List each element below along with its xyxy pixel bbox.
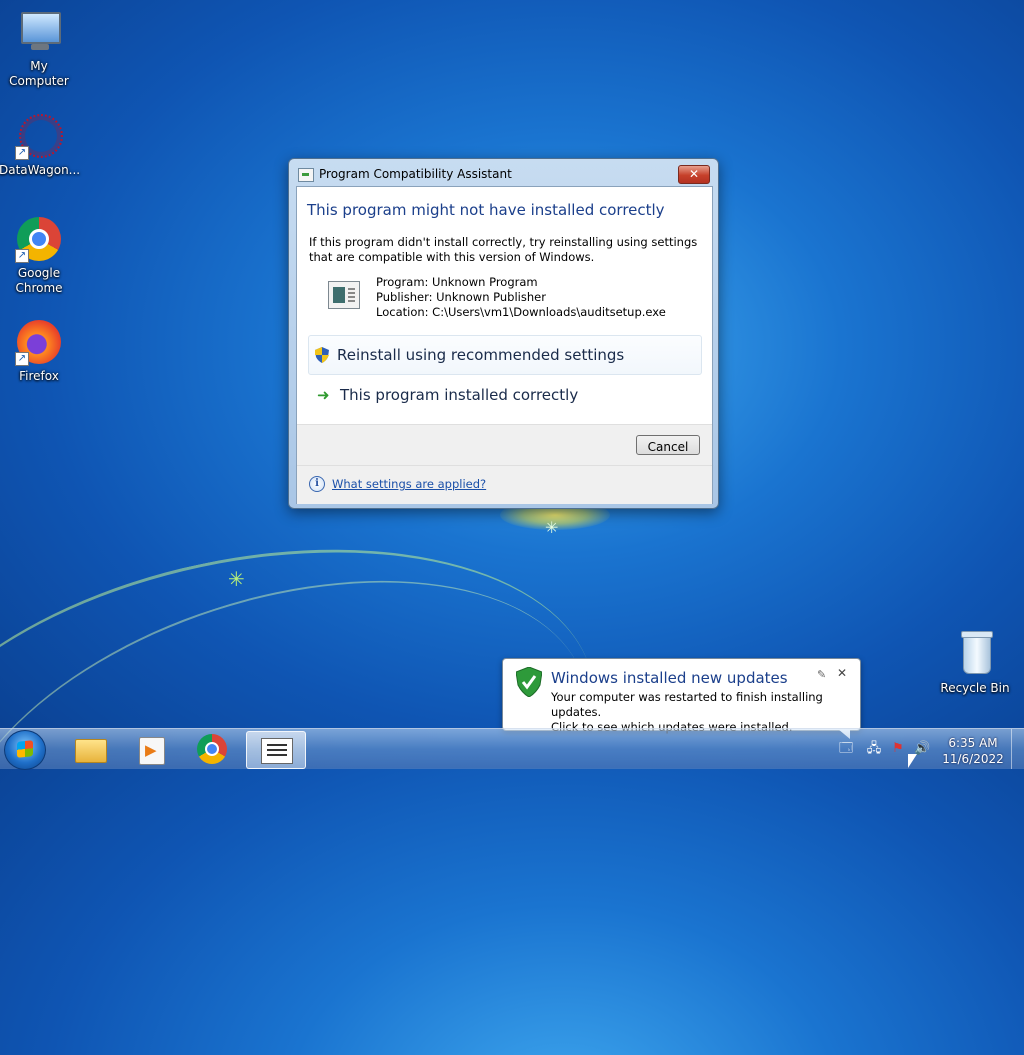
taskbar-compatibility-assistant[interactable] <box>246 731 306 769</box>
clock[interactable]: 6:35 AM 11/6/2022 <box>930 735 1016 767</box>
chrome-icon: ↗ <box>15 215 63 263</box>
desktop-icon-label: Google Chrome <box>15 266 63 295</box>
installed-correctly-button[interactable]: ➜ This program installed correctly <box>308 376 700 414</box>
dialog-titlebar[interactable]: Program Compatibility Assistant ✕ <box>289 159 718 185</box>
close-button[interactable]: ✕ <box>678 165 710 184</box>
desktop-icon-my-computer[interactable]: My Computer <box>0 8 79 89</box>
notification-line: Your computer was restarted to finish in… <box>551 690 823 719</box>
uac-shield-icon <box>315 347 329 363</box>
show-desktop-button[interactable] <box>1011 729 1024 769</box>
notification-title: Windows installed new updates <box>551 669 788 687</box>
reinstall-label: Reinstall using recommended settings <box>337 346 625 364</box>
start-button[interactable] <box>4 730 46 770</box>
update-notification[interactable]: Windows installed new updates Your compu… <box>502 658 861 739</box>
recycle-bin-icon <box>951 630 999 678</box>
app-window-icon <box>298 168 314 182</box>
dialog-title: Program Compatibility Assistant <box>319 167 512 181</box>
clock-date: 11/6/2022 <box>942 752 1004 766</box>
windows-update-tray-icon[interactable]: 🗔 <box>838 741 854 757</box>
pin-icon[interactable]: ✎ <box>817 668 826 681</box>
program-list-icon <box>261 738 293 764</box>
desktop-icon-recycle-bin[interactable]: Recycle Bin <box>935 630 1015 696</box>
media-player-icon <box>139 737 165 765</box>
windows-logo-icon <box>17 740 33 758</box>
dialog-content: This program might not have installed co… <box>296 186 713 504</box>
info-icon: i <box>309 476 325 492</box>
desktop-icon-google-chrome[interactable]: ↗ Google Chrome <box>0 215 79 296</box>
program-publisher: Publisher: Unknown Publisher <box>376 290 546 304</box>
desktop-icon-label: Firefox <box>19 369 59 383</box>
dialog-heading: This program might not have installed co… <box>307 201 665 219</box>
network-icon[interactable]: 🖧 <box>866 741 882 757</box>
chrome-icon <box>197 734 227 764</box>
desktop-icon-datawagon[interactable]: ↗ DataWagon... <box>0 112 81 178</box>
green-shield-check-icon <box>516 667 542 697</box>
desktop-icon-label: DataWagon... <box>0 163 81 177</box>
installed-correctly-label: This program installed correctly <box>340 386 579 404</box>
computer-icon <box>15 8 63 56</box>
notification-close-icon[interactable]: ✕ <box>837 666 847 680</box>
compatibility-dialog: Program Compatibility Assistant ✕ This p… <box>288 158 719 509</box>
wallpaper-swoosh <box>0 506 640 1055</box>
mouse-cursor <box>908 754 917 768</box>
program-name: Program: Unknown Program <box>376 275 538 289</box>
clock-time: 6:35 AM <box>948 736 998 750</box>
folder-icon <box>75 739 107 763</box>
firefox-icon: ↗ <box>15 318 63 366</box>
program-info: Program: Unknown Program Publisher: Unkn… <box>376 275 666 320</box>
wallpaper-sparkle: ✳ <box>228 567 245 591</box>
taskbar-explorer[interactable] <box>60 731 118 767</box>
green-arrow-icon: ➜ <box>317 386 330 404</box>
desktop-icon-label: Recycle Bin <box>940 681 1010 695</box>
taskbar: 🗔 🖧 ⚑ 🔊 6:35 AM 11/6/2022 <box>0 728 1024 770</box>
dialog-description: If this program didn't install correctly… <box>309 235 698 264</box>
program-icon <box>328 281 360 309</box>
desktop-icon-firefox[interactable]: ↗ Firefox <box>0 318 79 384</box>
footer-divider <box>297 465 712 466</box>
desktop-icon-label: My Computer <box>9 59 69 88</box>
settings-help-link[interactable]: What settings are applied? <box>332 477 486 491</box>
taskbar-media-player[interactable] <box>121 731 179 767</box>
dialog-footer: Cancel i What settings are applied? <box>297 424 712 504</box>
wallpaper-sparkle: ✳ <box>545 518 559 537</box>
action-center-flag-icon[interactable]: ⚑ <box>890 741 906 757</box>
reinstall-recommended-button[interactable]: Reinstall using recommended settings <box>308 335 702 375</box>
taskbar-chrome[interactable] <box>182 731 240 767</box>
datawagon-icon: ↗ <box>15 112 63 160</box>
program-location: Location: C:\Users\vm1\Downloads\auditse… <box>376 305 666 319</box>
cancel-button[interactable]: Cancel <box>636 435 700 455</box>
